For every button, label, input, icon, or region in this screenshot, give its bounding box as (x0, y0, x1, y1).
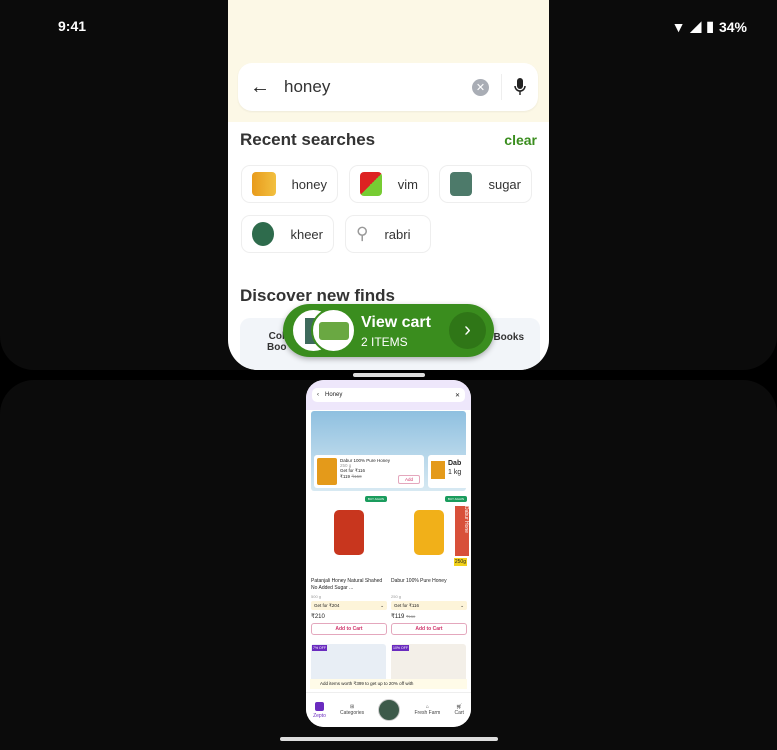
back-icon[interactable]: ‹ (317, 392, 319, 398)
chevron-down-icon: ⌄ (460, 603, 464, 608)
product-name: Dabur 100% Pure Honey (391, 578, 447, 584)
sugar-thumbnail (450, 172, 473, 196)
mini-search-input[interactable]: Honey (325, 392, 449, 398)
recent-chip-kheer[interactable]: kheer (241, 215, 334, 253)
chip-label: rabri (384, 226, 411, 242)
product-image (334, 509, 364, 555)
product-card[interactable]: BUY AGAIN Patanjali Honey Natural Shahed… (311, 496, 387, 636)
product-image (414, 509, 444, 555)
battery-percent: 34% (718, 18, 747, 35)
weight-tag: 250g (453, 558, 467, 566)
kheer-thumbnail (252, 222, 275, 246)
chip-label: kheer (290, 226, 323, 242)
discount-badge: 10% OFF (392, 645, 409, 651)
recent-chip-honey[interactable]: honey (241, 165, 338, 203)
promo-strip: Add items worth ₹399 to get up to 20% of… (310, 679, 467, 689)
offer-dropdown[interactable]: Get for ₹116 ⌄ (391, 601, 467, 610)
battery-icon: ▮ (706, 18, 714, 34)
product-card[interactable]: 10% OFF (391, 644, 466, 684)
product-weight: 250 g (391, 594, 402, 599)
chevron-down-icon: ⌄ (380, 603, 384, 608)
recent-chip-sugar[interactable]: sugar (439, 165, 532, 203)
status-icons: ▼ ◢ ▮ 34% (672, 18, 747, 35)
nav-categories[interactable]: ⊞ Categories (340, 704, 364, 716)
nav-cart[interactable]: 🛒︎ Cart (454, 704, 463, 716)
product-card[interactable]: 7% OFF (311, 644, 386, 684)
clear-recent-button[interactable]: clear (504, 132, 537, 148)
banner-product-card[interactable]: Dab 1 kg (428, 455, 466, 488)
honey-thumbnail (252, 172, 276, 196)
product-card[interactable]: BUY AGAIN Dabur Hone 250g Dabur 100% Pur… (391, 496, 469, 636)
nav-fresh-farm[interactable]: ⌂ Fresh Farm (414, 704, 440, 716)
recent-chip-rabri[interactable]: ⚲ rabri (345, 215, 431, 253)
clear-search-icon[interactable]: ✕ (472, 78, 489, 96)
microphone-icon[interactable] (514, 78, 526, 96)
chip-label: vim (397, 176, 418, 192)
banner-product-weight: 1 kg (448, 469, 462, 476)
cart-item-thumbnail (311, 308, 356, 353)
product-weight: 500 g (311, 594, 322, 599)
mini-search-bar[interactable]: ‹ Honey ✕ (312, 388, 465, 402)
product-image (431, 461, 445, 479)
search-icon: ⚲ (356, 224, 369, 243)
wifi-icon: ▼ (671, 18, 686, 35)
product-price: ₹119 (391, 614, 405, 620)
chevron-right-icon: › (449, 312, 486, 349)
banner-product-name: Dab (448, 460, 462, 467)
discover-title: Discover new finds (240, 286, 395, 305)
product-name: Patanjali Honey Natural Shahed No Added … (311, 578, 383, 591)
chip-label: sugar (488, 176, 521, 192)
banner-product-card[interactable]: Dabur 100% Pure Honey 250 g Get for ₹116… (314, 455, 424, 488)
search-bar[interactable]: ← honey ✕ (238, 63, 538, 111)
bottom-nav: Zepto ⊞ Categories ⌂ Fresh Farm 🛒︎ Cart (306, 692, 471, 727)
product-mrp: ₹150 (406, 614, 416, 619)
buy-again-badge: BUY AGAIN (444, 496, 467, 502)
ad-banner[interactable]: Dabur 100% Pure Honey 250 g Get for ₹116… (311, 411, 466, 491)
category-books[interactable]: Books (493, 332, 524, 343)
view-cart-button[interactable]: View cart 2 ITEMS › (283, 304, 494, 357)
home-indicator[interactable] (280, 737, 498, 741)
signal-icon: ◢ (690, 18, 702, 34)
split-divider-handle[interactable] (353, 373, 425, 377)
cart-count: 2 ITEMS (361, 335, 408, 349)
side-banner: Dabur Hone (455, 506, 469, 556)
nav-zepto[interactable]: Zepto (313, 701, 326, 719)
search-input[interactable]: honey (284, 77, 472, 97)
product-price: ₹210 (311, 614, 325, 620)
recent-searches-title: Recent searches (240, 130, 376, 149)
recent-chip-vim[interactable]: vim (349, 165, 429, 203)
add-to-cart-button[interactable]: Add to Cart (311, 623, 387, 635)
discount-badge: 7% OFF (312, 645, 328, 651)
add-to-cart-button[interactable]: Add to Cart (391, 623, 467, 635)
zepto-app-window: ‹ Honey ✕ Dabur 100% Pure Honey 250 g Ge… (306, 380, 471, 727)
chip-label: honey (291, 176, 327, 192)
add-button[interactable]: Add (397, 475, 420, 484)
offer-dropdown[interactable]: Get for ₹204 ⌄ (311, 601, 387, 610)
view-cart-label: View cart (361, 314, 431, 331)
divider (501, 74, 502, 100)
back-arrow-icon[interactable]: ← (250, 76, 270, 99)
vim-thumbnail (360, 172, 382, 196)
close-icon[interactable]: ✕ (455, 392, 460, 399)
nav-featured[interactable] (378, 699, 401, 721)
buy-again-badge: BUY AGAIN (364, 496, 387, 502)
status-time: 9:41 (58, 18, 87, 34)
